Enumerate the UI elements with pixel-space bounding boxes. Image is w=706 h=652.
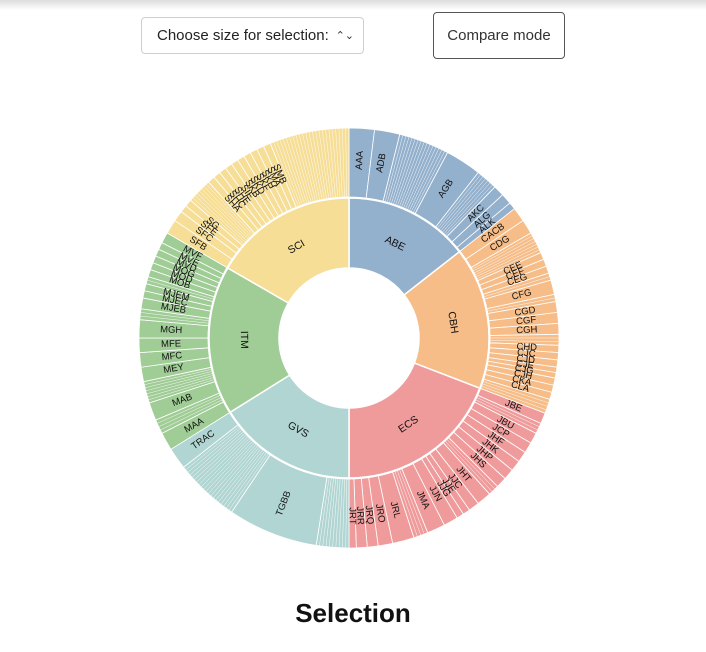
compare-mode-button[interactable]: Compare mode [433, 12, 565, 59]
top-shadow [0, 0, 706, 10]
chevron-updown-icon: ⌃⌄ [335, 30, 354, 42]
child-label-mfe: MFE [161, 338, 181, 350]
child-label-jrt: JRT [346, 507, 357, 525]
size-select-label: Choose size for selection: [157, 27, 329, 44]
section-title: Selection [295, 598, 411, 628]
group-label-itm: ITM [238, 331, 250, 349]
child-label-mfc: MFC [161, 350, 183, 363]
child-label-mgh: MGH [160, 324, 183, 336]
center-hole [279, 268, 419, 408]
sunburst-chart: ABEAAA ADBAGBAKCALGALKCBHCACBCDGCEECEFCEG… [138, 127, 560, 549]
size-select[interactable]: Choose size for selection: ⌃⌄ [141, 17, 364, 54]
child-label-aaa: AAA [354, 150, 366, 170]
child-label-cgh: CGH [516, 324, 538, 336]
